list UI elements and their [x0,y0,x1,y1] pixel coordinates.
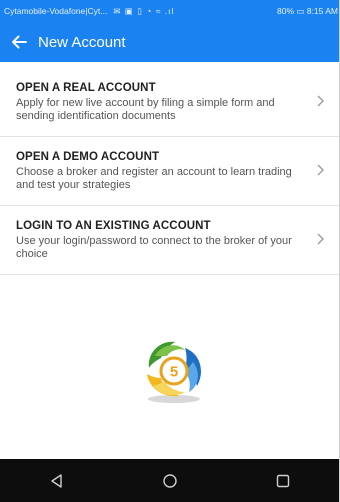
navigation-bar [0,459,340,502]
recents-square-icon[interactable] [268,466,298,496]
logo-number: 5 [170,364,178,381]
option-description: Apply for new live account by filing a s… [16,97,275,122]
option-demo-account[interactable]: OPEN A DEMO ACCOUNT Choose a broker and … [0,137,340,206]
chevron-right-icon [317,164,324,176]
option-description: Use your login/password to connect to th… [16,235,292,260]
arrow-left-icon[interactable] [2,22,36,62]
battery-time: 80% ▭ 8:15 AM [277,5,338,16]
status-bar: Cytamobile-Vodafone|Cyt... ✉ ▣ ▯ ◔ ≈ .ıl… [0,0,340,22]
phone-screen: Cytamobile-Vodafone|Cyt... ✉ ▣ ▯ ◔ ≈ .ıl… [0,0,340,502]
chevron-right-icon [317,233,324,245]
back-triangle-icon[interactable] [42,466,72,496]
option-title: OPEN A DEMO ACCOUNT [16,151,160,163]
carrier-name: Cytamobile-Vodafone|Cyt... [4,6,108,16]
home-circle-icon[interactable] [155,466,185,496]
page-title: New Account [38,33,126,51]
metatrader-logo: 5 [147,341,201,403]
chevron-right-icon [317,95,324,107]
app-bar: New Account [0,22,340,62]
option-existing-account[interactable]: LOGIN TO AN EXISTING ACCOUNT Use your lo… [0,206,340,275]
option-title: LOGIN TO AN EXISTING ACCOUNT [16,220,211,232]
status-icons: ✉ ▣ ▯ ◔ ≈ .ıl [113,5,175,16]
option-title: OPEN A REAL ACCOUNT [16,82,156,94]
option-description: Choose a broker and register an account … [16,166,292,191]
option-real-account[interactable]: OPEN A REAL ACCOUNT Apply for new live a… [0,68,340,137]
